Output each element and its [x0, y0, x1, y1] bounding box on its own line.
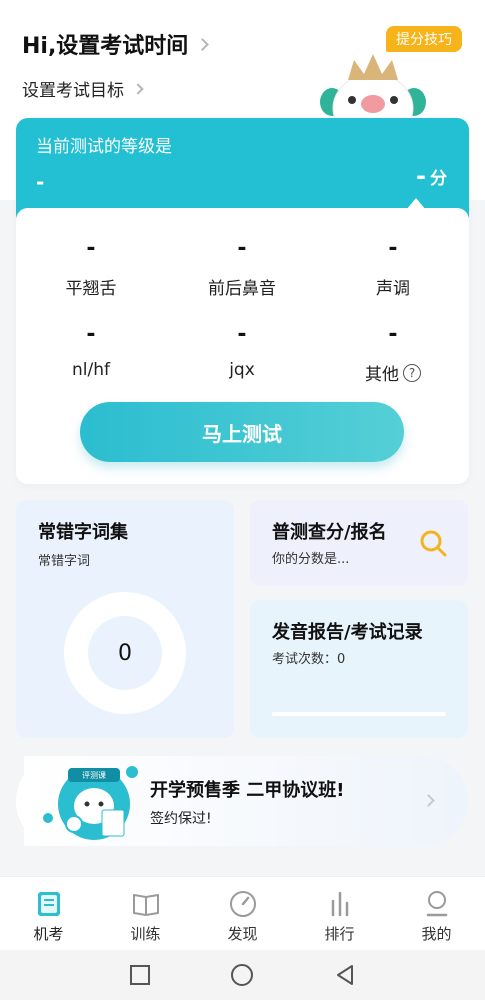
wrong-words-title: 常错字词集 [38, 522, 128, 543]
stat-value: - [388, 236, 398, 261]
home-icon[interactable] [230, 963, 254, 987]
tab-label: 发现 [227, 925, 258, 943]
level-header: 当前测试的等级是 - - 分 [16, 118, 469, 218]
report-card[interactable]: 发音报告/考试记录 考试次数：0 [250, 600, 468, 738]
system-navigation-bar [0, 950, 485, 1000]
stat-qianhoubiyin: - 前后鼻音 [167, 236, 317, 299]
wrong-words-card[interactable]: 常错字词集 常错字词 0 [16, 500, 234, 738]
stat-nlhf: - nl/hf [16, 322, 166, 380]
chevron-right-icon [132, 82, 144, 95]
level-label: 当前测试的等级是 [36, 137, 172, 157]
start-test-button[interactable]: 马上测试 [80, 402, 404, 462]
goal-label: 设置考试目标 [22, 81, 124, 101]
wrong-words-ring: 0 [64, 592, 186, 714]
set-exam-goal-link[interactable]: 设置考试目标 [22, 76, 144, 101]
cat-teacher-illustration: 评测课 [43, 766, 138, 840]
tab-mine[interactable]: 我的 [388, 877, 485, 950]
recent-apps-icon[interactable] [128, 963, 152, 987]
chevron-right-icon [196, 37, 210, 51]
compass-icon [229, 891, 256, 917]
tab-label: 机考 [33, 925, 64, 943]
score-query-card[interactable]: 普测查分/报名 你的分数是... [250, 500, 468, 586]
tab-label: 排行 [324, 925, 355, 943]
stat-label: 平翘舌 [65, 279, 117, 299]
stat-label: 其他 [365, 365, 399, 385]
tab-ranking[interactable]: 排行 [291, 877, 388, 950]
stat-shengdiao: - 声调 [318, 236, 468, 299]
tab-label: 我的 [421, 925, 452, 943]
greeting-title: Hi,设置考试时间 [22, 34, 189, 59]
mascot-illustration [320, 54, 426, 122]
set-exam-time-link[interactable]: Hi,设置考试时间 [22, 28, 210, 60]
stat-value: - [388, 322, 398, 347]
level-card: 当前测试的等级是 - - 分 - 平翘舌 - 前后鼻音 - 声调 - nl/hf… [16, 118, 469, 484]
stat-value: - [237, 322, 247, 347]
tab-training[interactable]: 训练 [97, 877, 194, 950]
bar-chart-icon [331, 891, 348, 917]
report-progress-bar [272, 712, 446, 716]
stat-label: jqx [229, 360, 255, 380]
stat-label: 声调 [376, 279, 410, 299]
bottom-tab-bar: 机考 训练 发现 排行 我的 [0, 876, 485, 950]
tab-exam[interactable]: 机考 [0, 877, 97, 950]
stat-other: - 其他 ? [318, 322, 468, 385]
report-title: 发音报告/考试记录 [272, 622, 423, 643]
stat-value: - [237, 236, 247, 261]
score-value: - [416, 162, 426, 190]
stat-label: 前后鼻音 [208, 279, 276, 299]
promo-subtitle: 签约保过! [150, 811, 212, 827]
stat-label-row: 其他 ? [318, 360, 468, 385]
tab-label: 训练 [130, 925, 161, 943]
score-query-subtitle: 你的分数是... [272, 552, 350, 567]
score-query-title: 普测查分/报名 [272, 522, 387, 543]
stat-label: nl/hf [72, 360, 110, 380]
wrong-words-subtitle: 常错字词 [38, 554, 91, 569]
search-icon [420, 530, 447, 557]
help-icon[interactable]: ? [403, 363, 421, 382]
stat-value: - [86, 236, 96, 261]
score-unit: 分 [430, 169, 447, 189]
promo-title: 开学预售季 二甲协议班! [150, 780, 345, 801]
score-display: - 分 [416, 162, 447, 190]
stat-pingqiaoshe: - 平翘舌 [16, 236, 166, 299]
level-grade: - [36, 170, 45, 194]
report-subtitle: 考试次数：0 [272, 652, 346, 667]
book-icon [132, 894, 159, 916]
back-icon[interactable] [333, 963, 357, 987]
stat-value: - [86, 322, 96, 347]
stat-jqx: - jqx [167, 322, 317, 380]
profile-icon [426, 891, 447, 917]
wrong-words-count: 0 [88, 616, 162, 690]
tips-badge[interactable]: 提分技巧 [386, 26, 462, 52]
tab-discover[interactable]: 发现 [194, 877, 291, 950]
promo-illus-text: 评测课 [82, 771, 106, 780]
exam-icon [37, 892, 60, 916]
